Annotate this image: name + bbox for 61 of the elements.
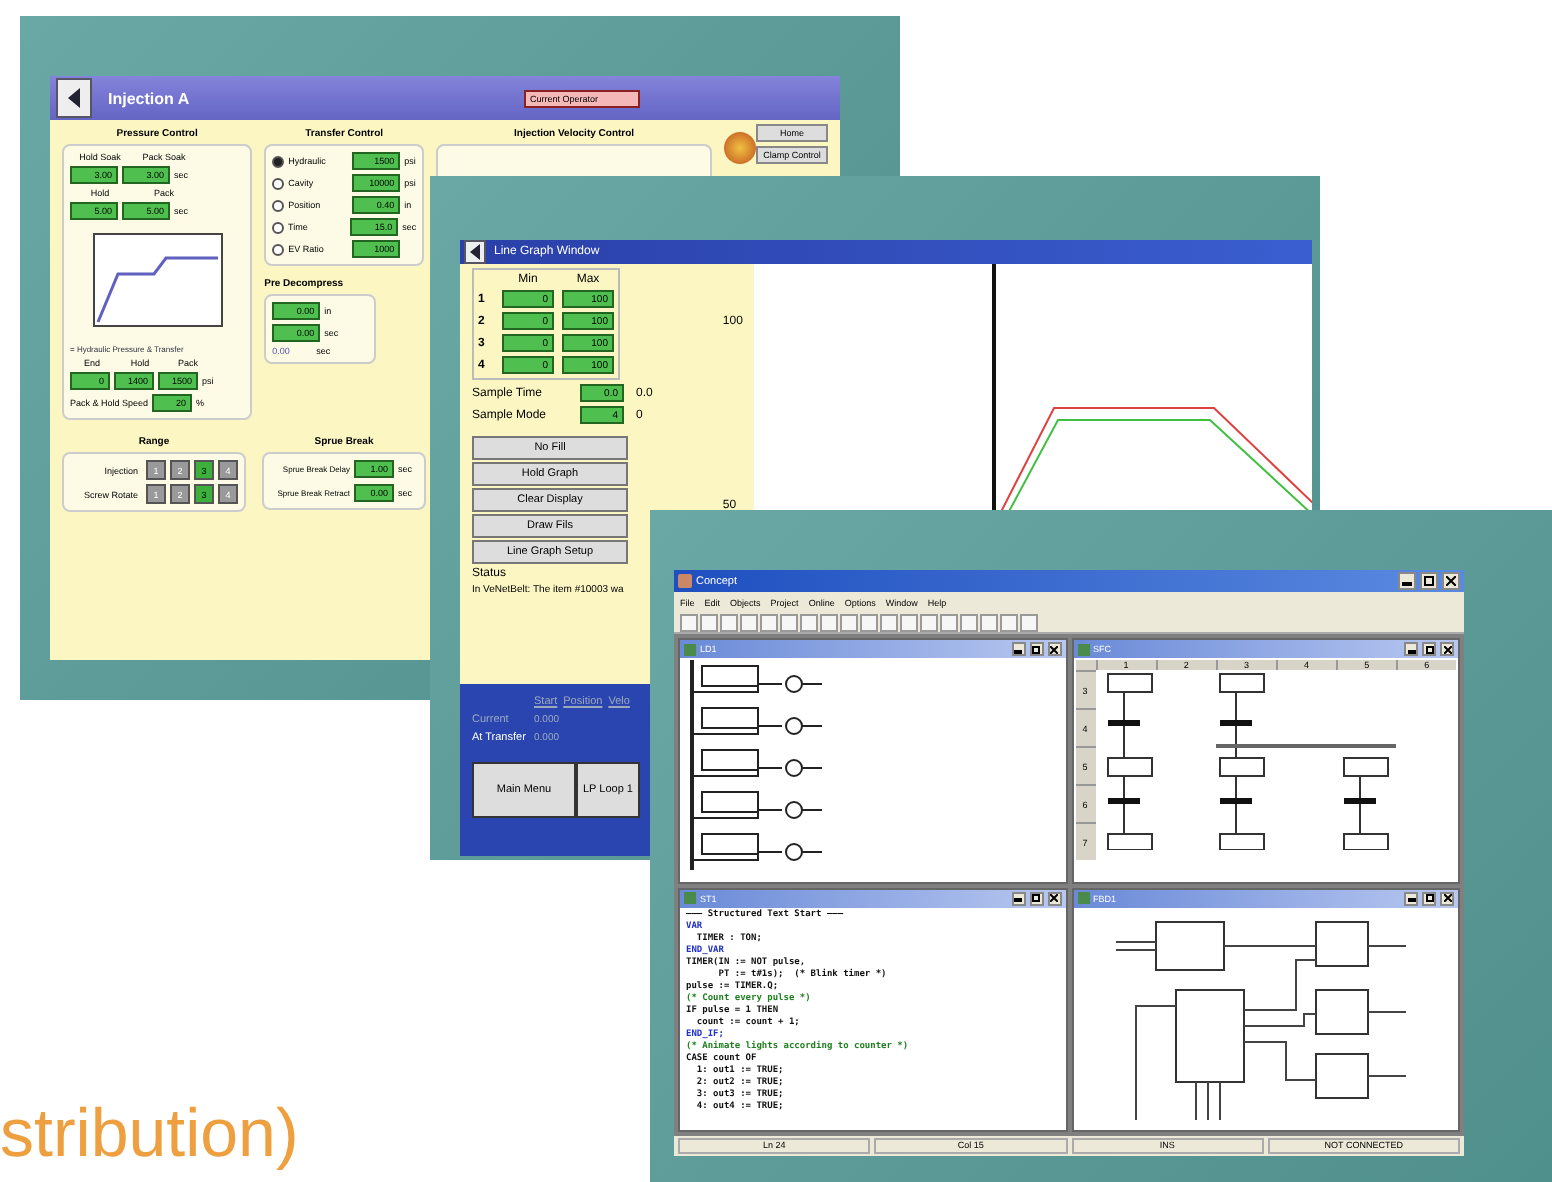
radio-button[interactable] (272, 155, 285, 167)
minimize-icon (1014, 645, 1022, 653)
app-icon (678, 574, 692, 588)
caption-text: stribution) (0, 1096, 299, 1174)
transition-bar[interactable] (1219, 720, 1251, 726)
step-box[interactable] (1218, 833, 1264, 850)
minimize-button[interactable] (1398, 572, 1416, 590)
radio-button[interactable] (272, 177, 285, 189)
restore-button[interactable] (1029, 642, 1043, 656)
step-box[interactable] (1218, 757, 1264, 777)
back-icon[interactable] (56, 78, 92, 118)
logo-icon (724, 132, 756, 164)
step-box[interactable] (1106, 757, 1152, 777)
link-line (1358, 775, 1360, 835)
document-icon (1077, 643, 1089, 655)
restore-icon (1032, 894, 1040, 902)
transition-bar[interactable] (1107, 798, 1139, 804)
step-box[interactable] (1342, 757, 1388, 777)
document-icon (684, 892, 696, 904)
minimize-button[interactable] (1404, 891, 1418, 905)
close-icon (1443, 894, 1451, 902)
step-box[interactable] (1218, 673, 1264, 693)
minimize-button[interactable] (1011, 891, 1025, 905)
close-button[interactable] (1047, 891, 1061, 905)
restore-icon (1425, 645, 1433, 653)
step-box[interactable] (1342, 833, 1388, 850)
radio-button[interactable] (272, 221, 285, 233)
radio-button[interactable] (272, 199, 285, 211)
transition-bar[interactable] (1107, 720, 1139, 726)
link-line (1234, 691, 1236, 835)
document-icon (1077, 892, 1089, 904)
restore-icon (1032, 645, 1040, 653)
transition-bar[interactable] (1219, 798, 1251, 804)
close-icon (1443, 645, 1451, 653)
restore-icon (1425, 894, 1433, 902)
close-button[interactable] (1047, 642, 1061, 656)
back-icon[interactable] (464, 240, 486, 264)
close-button[interactable] (1440, 642, 1454, 656)
close-button[interactable] (1440, 891, 1454, 905)
restore-button[interactable] (1422, 642, 1436, 656)
close-icon (1050, 645, 1058, 653)
minimize-button[interactable] (1404, 642, 1418, 656)
minimize-icon (1402, 576, 1412, 586)
document-icon (684, 643, 696, 655)
radio-button[interactable] (272, 243, 285, 255)
restore-button[interactable] (1029, 891, 1043, 905)
window-title: Injection A (108, 89, 192, 107)
close-icon (1050, 894, 1058, 902)
restore-button[interactable] (1422, 891, 1436, 905)
restore-button[interactable] (1420, 572, 1438, 590)
step-box[interactable] (1106, 833, 1152, 850)
link-line (1122, 691, 1124, 835)
minimize-icon (1407, 645, 1415, 653)
minimize-button[interactable] (1011, 642, 1025, 656)
minimize-icon (1407, 894, 1415, 902)
minimize-icon (1014, 894, 1022, 902)
restore-icon (1424, 576, 1434, 586)
transition-bar[interactable] (1343, 798, 1375, 804)
step-box[interactable] (1106, 673, 1152, 693)
close-icon (1446, 576, 1456, 586)
close-button[interactable] (1442, 572, 1460, 590)
